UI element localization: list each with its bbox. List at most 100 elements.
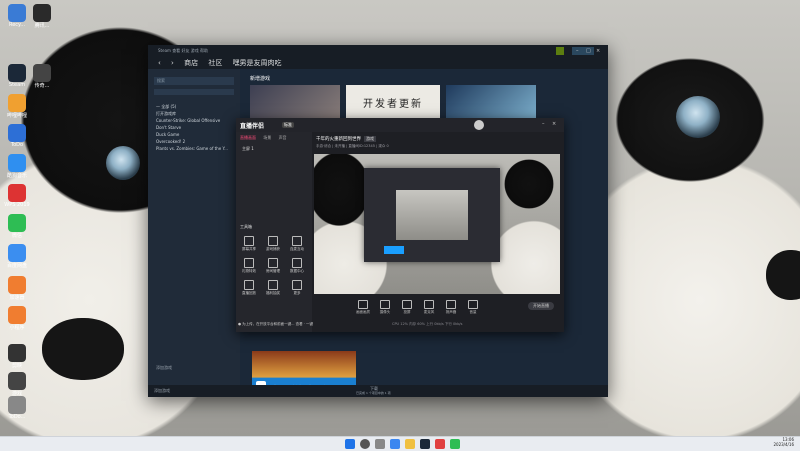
steam-menubar[interactable]: Steam 查看 好友 游戏 帮助 [158, 48, 208, 54]
desktop-icon-label: 剪映 [11, 363, 22, 369]
library-header[interactable]: — 全部 (5) [148, 103, 240, 110]
desktop-icon[interactable]: 哔哩哔哩 [3, 94, 31, 119]
game-list-item[interactable]: Overcooked! 2 [148, 138, 240, 145]
tool-ticket[interactable]: 福利抽奖 [264, 280, 282, 296]
tool-chart[interactable]: 数据中心 [288, 258, 306, 274]
tool-label: 礼物特效 [242, 269, 256, 273]
mic-icon [292, 236, 302, 246]
desktop-icon-label: 哔哩哔哩 [6, 113, 27, 119]
library-search-input[interactable]: 搜索 [154, 77, 234, 85]
add-game-footer[interactable]: 添加游戏 [154, 388, 170, 394]
desktop-icon[interactable]: 百度网盘 [3, 244, 31, 269]
scene-item[interactable]: 主屏 1 [236, 144, 312, 154]
desktop-icon-label: 传奇... [34, 83, 50, 89]
bottom-tool-volume[interactable]: 音量 [464, 300, 482, 315]
room-title[interactable]: 千年的火重新回到世界 [316, 136, 361, 142]
chart-icon [292, 258, 302, 268]
add-game-button[interactable]: 添加游戏 [156, 365, 172, 371]
desktop-icon-label: Recy... [8, 22, 26, 28]
bottom-tool-cast[interactable]: 投屏 [398, 300, 416, 315]
app-icon [8, 344, 26, 362]
bottom-tool-speaker[interactable]: 扬声器 [442, 300, 460, 315]
close-icon[interactable]: × [596, 48, 604, 54]
minimize-icon[interactable]: – [576, 48, 584, 54]
clock[interactable]: 13:06 2023/4/16 [773, 437, 794, 447]
bottom-tool-label: 投屏 [403, 310, 411, 314]
desktop-icon-label: 小程序 [9, 325, 25, 331]
game-list-item[interactable]: Don't Starve [148, 124, 240, 131]
desktop-icon[interactable]: 传奇... [28, 64, 56, 89]
friends-icon[interactable] [556, 47, 564, 55]
desktop-icon-label: 腾讯... [34, 23, 50, 29]
desktop-icon[interactable]: Steam [3, 64, 31, 88]
nav-forward-icon[interactable]: › [171, 59, 174, 67]
live-preview[interactable] [314, 154, 560, 294]
tool-more[interactable]: 更多 [288, 280, 306, 296]
nav-community[interactable]: 社区 [208, 59, 222, 67]
explorer-icon[interactable] [405, 439, 415, 449]
app-icon [8, 154, 26, 172]
desktop-icon[interactable]: 小程序 [3, 306, 31, 331]
ticket-icon [268, 280, 278, 290]
start-icon[interactable] [345, 439, 355, 449]
desktop-icon[interactable]: 剪映 [3, 344, 31, 369]
gift-icon [244, 258, 254, 268]
library-filter[interactable] [154, 89, 234, 95]
maximize-icon[interactable]: □ [586, 48, 594, 54]
desktop-icon[interactable]: 微信 [3, 214, 31, 239]
tab-audio[interactable]: 声音 [279, 135, 287, 140]
bottom-tool-monitor[interactable]: 画面画质 [354, 300, 372, 315]
tool-replay[interactable]: 直播回放 [240, 280, 258, 296]
nav-store[interactable]: 商店 [184, 59, 198, 67]
avatar[interactable] [474, 120, 484, 130]
tool-monitor[interactable]: 屏幕共享 [240, 236, 258, 252]
stream-app-window[interactable]: 直播伴侣 标准 – × 直播画面 场景 声音 主屏 1 工具箱 屏幕共享 游戏捕获… [236, 118, 564, 332]
desktop-icon[interactable]: 腾讯... [28, 4, 56, 29]
desktop-icon[interactable]: Recy... [3, 4, 31, 28]
stream-app-taskbar-icon[interactable] [435, 439, 445, 449]
search-icon[interactable] [360, 439, 370, 449]
game-list-item[interactable]: Counter-Strike: Global Offensive [148, 117, 240, 124]
toolbox-label: 工具箱 [240, 224, 252, 229]
room-tag[interactable]: 游戏 [364, 136, 376, 142]
notice-bar: ● 为上传，在开放平台和前面一键... 查看 · 一键 [238, 322, 313, 326]
game-list-item[interactable]: Plants vs. Zombies: Game of the Y... [148, 145, 240, 152]
tool-label: 游戏捕获 [266, 247, 280, 251]
stream-left-panel: 直播画面 场景 声音 主屏 1 工具箱 屏幕共享 游戏捕获 连麦互动礼物特效 房间管理… [236, 132, 312, 332]
app-icon [33, 4, 51, 22]
desktop-icon[interactable]: ToDo [3, 124, 31, 148]
app-icon [33, 64, 51, 82]
tab-live-view[interactable]: 直播画面 [240, 135, 256, 140]
tool-home[interactable]: 房间管理 [264, 258, 282, 274]
edge-icon[interactable] [390, 439, 400, 449]
app-icon [8, 372, 26, 390]
stream-app-badge[interactable]: 标准 [282, 122, 294, 128]
bottom-tool-mic[interactable]: 麦克风 [420, 300, 438, 315]
tool-gamepad[interactable]: 游戏捕获 [264, 236, 282, 252]
start-live-button[interactable]: 开始直播 [528, 302, 554, 310]
desktop-icon[interactable]: 游戏 [3, 372, 31, 397]
tool-mic[interactable]: 连麦互动 [288, 236, 306, 252]
nested-preview-image [396, 190, 468, 240]
game-list-item[interactable]: 打开游戏库 [148, 110, 240, 117]
desktop-icon-label: WPS 2019 [4, 202, 30, 208]
nav-back-icon[interactable]: ‹ [158, 59, 161, 67]
wechat-taskbar-icon[interactable] [450, 439, 460, 449]
tool-gift[interactable]: 礼物特效 [240, 258, 258, 274]
desktop-icon[interactable]: 酷狗音乐 [3, 154, 31, 179]
nav-profile[interactable]: 嘿男是友周肉吃 [233, 59, 282, 67]
desktop-icon[interactable]: 加速器 [3, 276, 31, 301]
desktop-icon[interactable]: WPS 2019 [3, 184, 31, 208]
desktop-icon[interactable]: ToDo... [3, 396, 31, 420]
dog-left-nose [42, 318, 124, 380]
desktop-icon-label: Steam [8, 82, 26, 88]
gamepad-icon [268, 236, 278, 246]
task-view-icon[interactable] [375, 439, 385, 449]
game-list-item[interactable]: Duck Game [148, 131, 240, 138]
bottom-tool-camera[interactable]: 摄像头 [376, 300, 394, 315]
tool-label: 福利抽奖 [266, 291, 280, 295]
steam-taskbar-icon[interactable] [420, 439, 430, 449]
tab-scene[interactable]: 场景 [263, 135, 271, 140]
stream-minimize-icon[interactable]: – [542, 121, 550, 127]
stream-close-icon[interactable]: × [552, 121, 560, 127]
